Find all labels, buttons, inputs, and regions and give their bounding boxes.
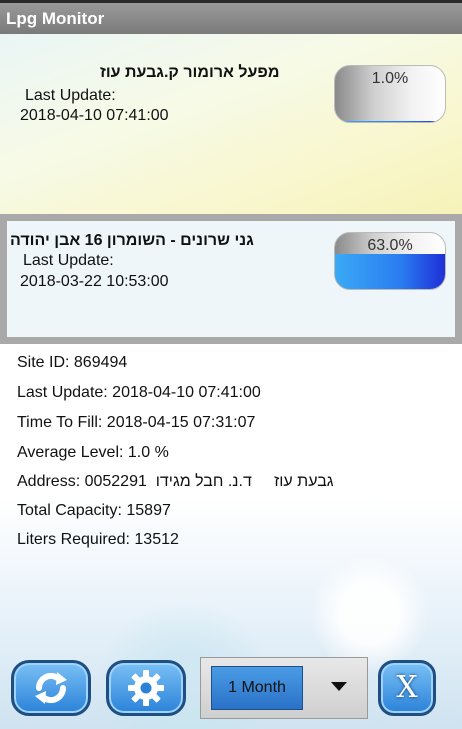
chevron-down-icon (331, 682, 347, 691)
app-title: Lpg Monitor (6, 9, 105, 28)
tank-card-1[interactable]: מפעל ארומור ק.גבעת עוז Last Update: 2018… (0, 34, 462, 214)
address: Address: 0052291 גבעת עוז ד.נ. חבל מגידו (17, 473, 334, 490)
time-to-fill: Time To Fill: 2018-04-15 07:31:07 (17, 414, 256, 431)
average-level: Average Level: 1.0 % (17, 444, 169, 461)
tank-name: גני שרונים - השומרון 16 אבן יהודה (10, 232, 254, 249)
app-title-bar: Lpg Monitor (0, 0, 462, 34)
tank-level-gauge: 1.0% (334, 65, 446, 123)
last-update-label: Last Update: (25, 87, 116, 104)
last-update-value: 2018-03-22 10:53:00 (20, 273, 169, 290)
detail-last-update: Last Update: 2018-04-10 07:41:00 (17, 384, 261, 401)
tank-level-percent: 63.0% (367, 237, 413, 254)
refresh-button[interactable] (11, 660, 91, 716)
tank-level-gauge: 63.0% (334, 232, 446, 290)
period-selected-value: 1 Month (211, 666, 303, 710)
close-button[interactable]: X (378, 660, 436, 716)
site-id: Site ID: 869494 (17, 354, 128, 371)
last-update-label: Last Update: (23, 252, 114, 269)
tank-card-2[interactable]: גני שרונים - השומרון 16 אבן יהודה Last U… (0, 214, 462, 344)
gear-icon (128, 670, 164, 706)
settings-button[interactable] (106, 660, 186, 716)
tank-name: מפעל ארומור ק.גבעת עוז (100, 64, 280, 81)
last-update-value: 2018-04-10 07:41:00 (20, 107, 169, 124)
total-capacity: Total Capacity: 15897 (17, 502, 171, 519)
liters-required: Liters Required: 13512 (17, 531, 179, 548)
tank-level-fill (335, 253, 445, 289)
tank-level-fill (335, 120, 445, 122)
refresh-icon (35, 672, 67, 704)
period-select[interactable]: 1 Month (200, 657, 368, 719)
tank-level-percent: 1.0% (371, 70, 409, 87)
